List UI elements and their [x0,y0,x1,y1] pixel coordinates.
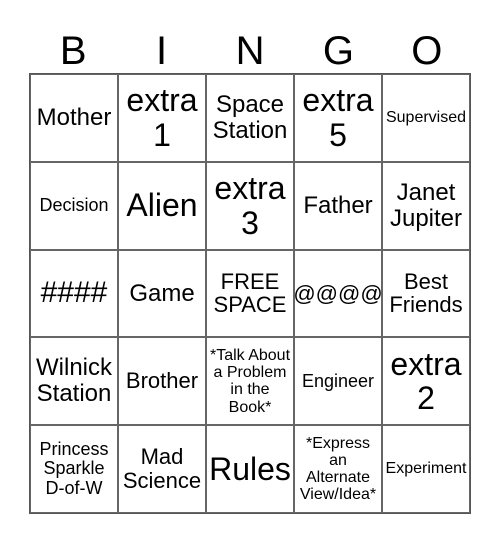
header-letter-g: G [322,29,354,73]
bingo-cell[interactable]: *Express an Alternate View/Idea* [294,425,382,513]
header-letter-b: B [59,29,87,73]
bingo-cell[interactable]: Alien [118,161,206,250]
header-letter-n: N [235,29,265,73]
bingo-cell[interactable]: Janet Jupiter [382,161,470,250]
bingo-cell[interactable]: Best Friends [382,249,470,338]
bingo-cell[interactable]: Rules [206,425,294,513]
bingo-cell[interactable]: @@@@ [294,249,382,338]
bingo-cell[interactable]: Princess Sparkle D-of-W [30,425,118,513]
bingo-cell[interactable]: extra 2 [382,337,470,426]
bingo-cell[interactable]: extra 5 [294,74,382,162]
bingo-grid: Mother extra 1 Space Station extra 5 Supervi… [29,73,471,514]
bingo-cell[interactable]: extra 3 [206,161,294,250]
bingo-cell[interactable]: #### [30,249,118,338]
bingo-header: B I N G O [29,28,471,74]
header-letter-o: O [411,29,443,73]
bingo-cell[interactable]: Mother [30,74,118,162]
bingo-cell[interactable]: *Talk About a Problem in the Book* [206,337,294,426]
header-letter-i: I [156,29,168,73]
bingo-cell[interactable]: Wilnick Station [30,337,118,426]
bingo-cell[interactable]: Mad Science [118,425,206,513]
bingo-cell[interactable]: Father [294,161,382,250]
bingo-cell[interactable]: Engineer [294,337,382,426]
bingo-cell[interactable]: Decision [30,161,118,250]
bingo-cell[interactable]: Experiment [382,425,470,513]
bingo-cell[interactable]: Supervised [382,74,470,162]
bingo-cell[interactable]: Brother [118,337,206,426]
bingo-cell[interactable]: FREE SPACE [206,249,294,338]
bingo-cell[interactable]: Space Station [206,74,294,162]
bingo-cell[interactable]: Game [118,249,206,338]
bingo-cell[interactable]: extra 1 [118,74,206,162]
